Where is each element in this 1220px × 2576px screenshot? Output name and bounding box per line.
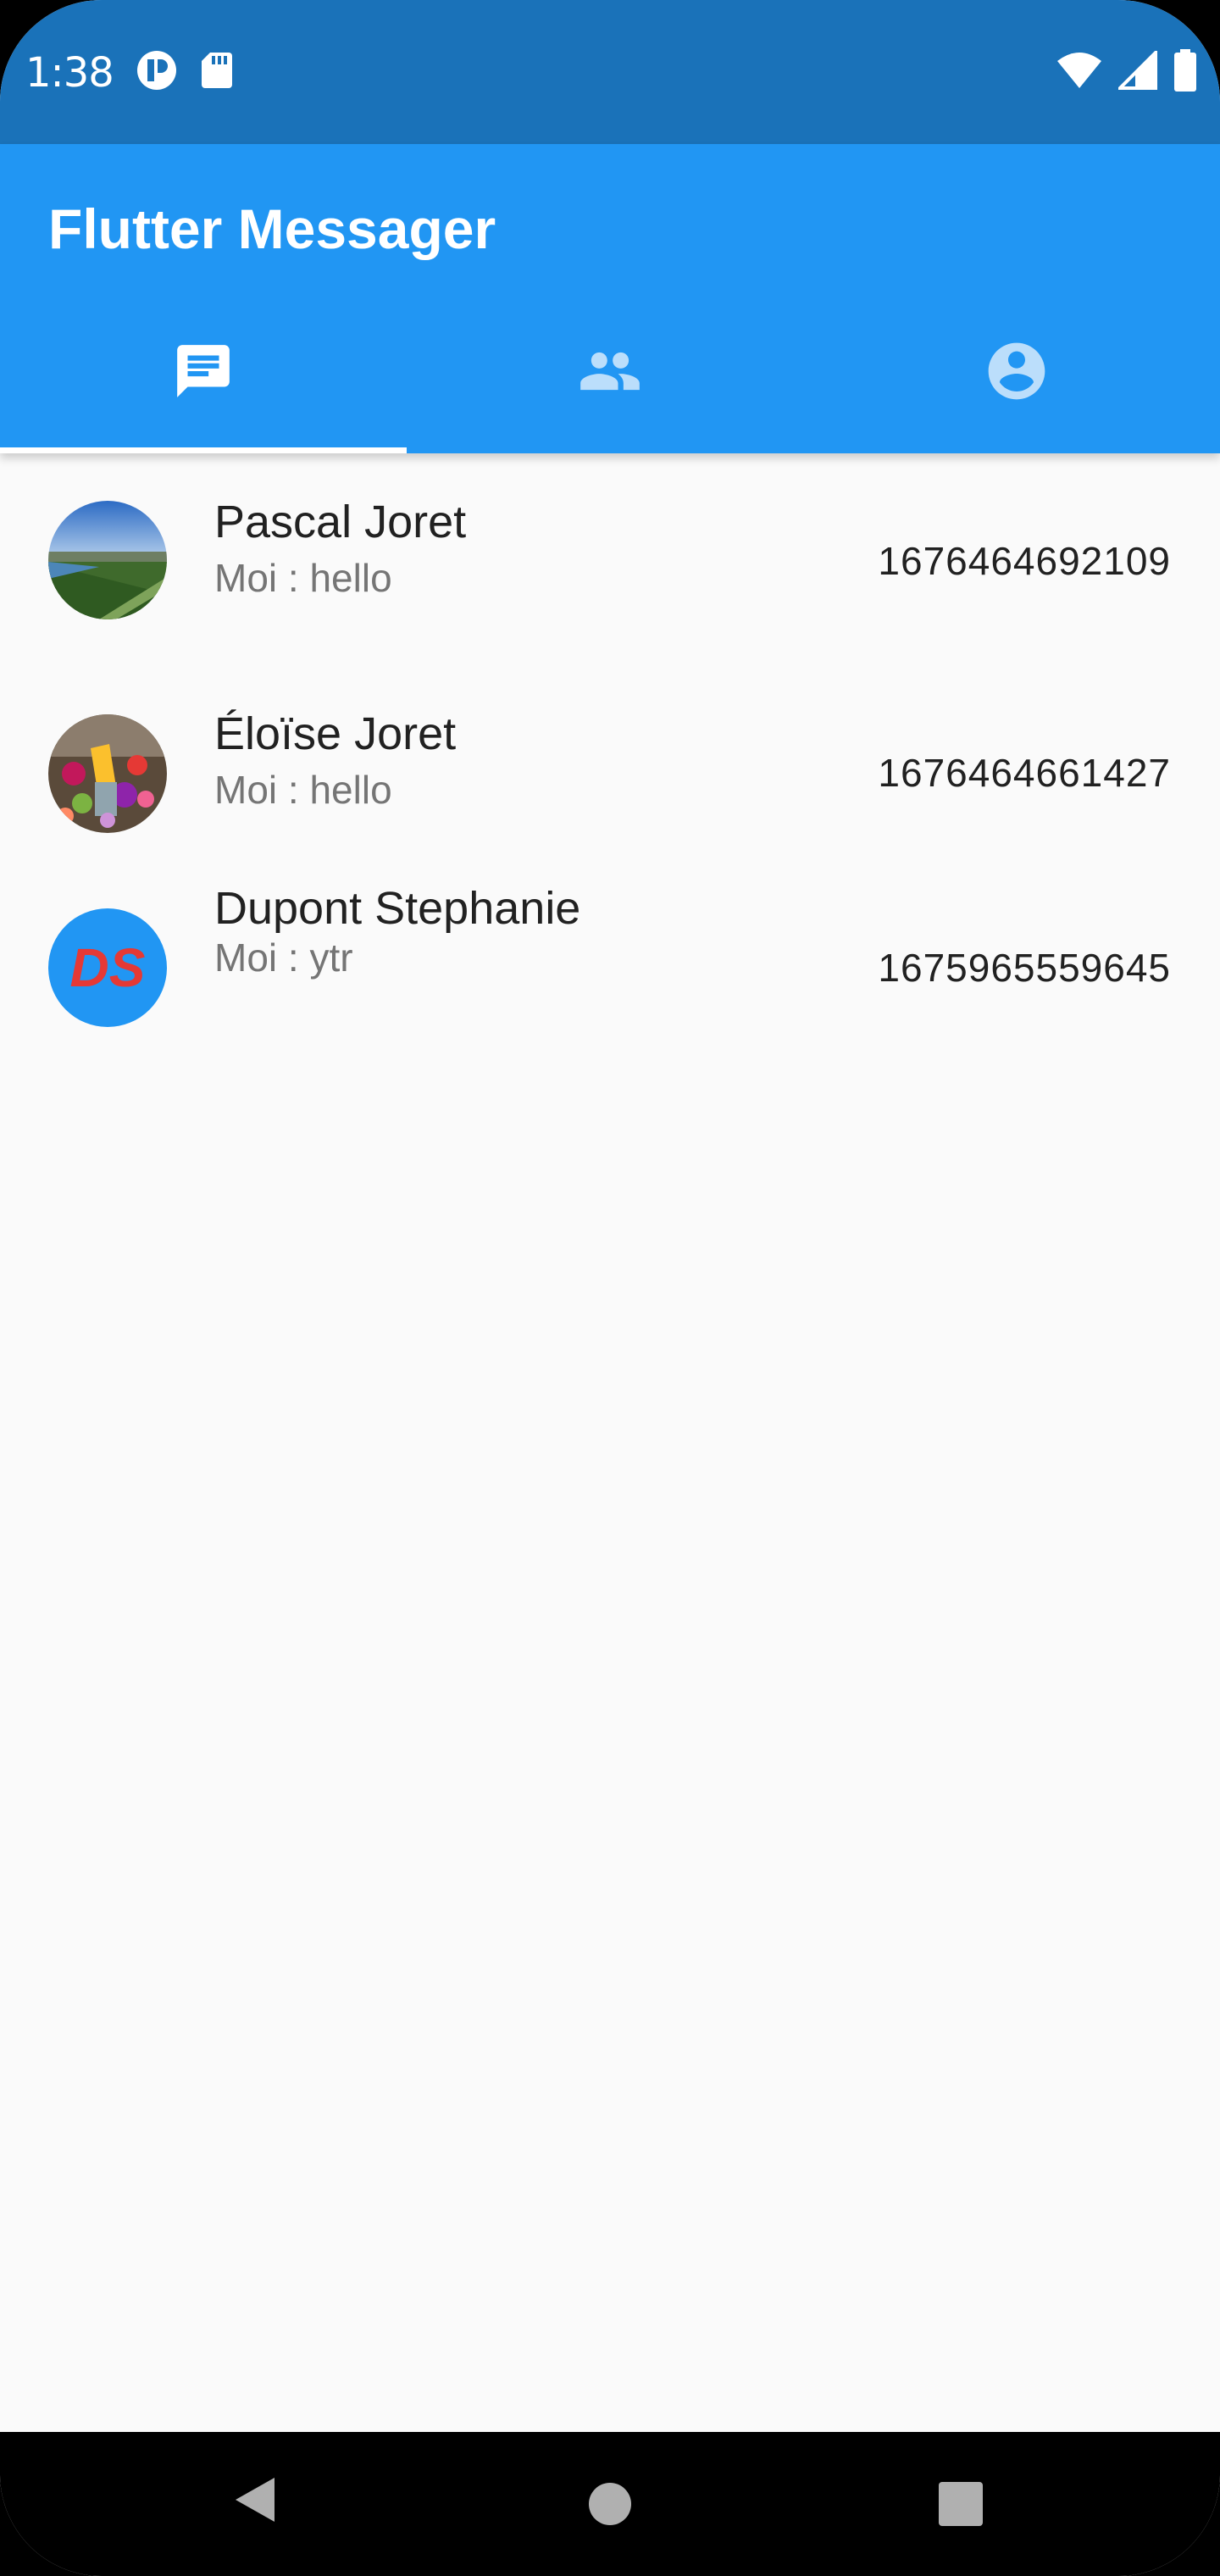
account-circle-icon xyxy=(983,337,1051,409)
cell-signal-icon xyxy=(1116,48,1157,94)
avatar-photo-flowers xyxy=(48,714,167,833)
home-icon[interactable] xyxy=(587,2481,633,2531)
people-group-icon xyxy=(578,339,642,408)
back-icon[interactable] xyxy=(230,2474,278,2529)
app-notification-icon xyxy=(136,49,178,96)
conversation-row[interactable]: Éloïse Joret Moi : hello 1676464661427 xyxy=(0,665,1220,860)
avatar-initials: DS xyxy=(48,908,167,1027)
app-bar: Flutter Messager xyxy=(0,144,1220,453)
contact-name: Pascal Joret xyxy=(214,497,467,547)
status-time: 1:38 xyxy=(25,49,114,97)
tab-bar xyxy=(0,309,1220,453)
chat-message-icon xyxy=(172,340,235,407)
conversation-row[interactable]: DS Dupont Stephanie Moi : ytr 1675965559… xyxy=(0,877,1220,1072)
system-nav-bar xyxy=(0,2432,1220,2576)
phone-screen: 1:38 Flutter Messager Pascal Joret Moi:… xyxy=(0,0,1220,2576)
battery-icon xyxy=(1173,49,1198,96)
last-message: Moi : hello xyxy=(214,768,392,812)
message-timestamp: 1676464661427 xyxy=(878,751,1171,795)
status-bar: 1:38 xyxy=(0,0,1220,144)
contact-name: Dupont Stephanie xyxy=(214,883,581,934)
avatar-photo-landscape xyxy=(48,501,167,619)
last-message: Moi : hello xyxy=(214,556,392,600)
message-timestamp: 1676464692109 xyxy=(878,539,1171,583)
wifi-icon xyxy=(1056,51,1103,94)
conversation-row[interactable]: Pascal Joret Moi : hello 1676464692109 xyxy=(0,453,1220,648)
tab-chats[interactable] xyxy=(0,309,407,453)
tab-profile[interactable] xyxy=(813,309,1220,453)
recents-icon[interactable] xyxy=(938,2481,984,2531)
avatar-initials-text: DS xyxy=(69,937,146,998)
message-timestamp: 1675965559645 xyxy=(878,946,1171,990)
app-title: Flutter Messager xyxy=(48,197,496,260)
tab-contacts[interactable] xyxy=(407,309,813,453)
last-message: Moi : ytr xyxy=(214,935,353,980)
sd-card-icon xyxy=(200,51,234,94)
contact-name: Éloïse Joret xyxy=(214,708,457,759)
